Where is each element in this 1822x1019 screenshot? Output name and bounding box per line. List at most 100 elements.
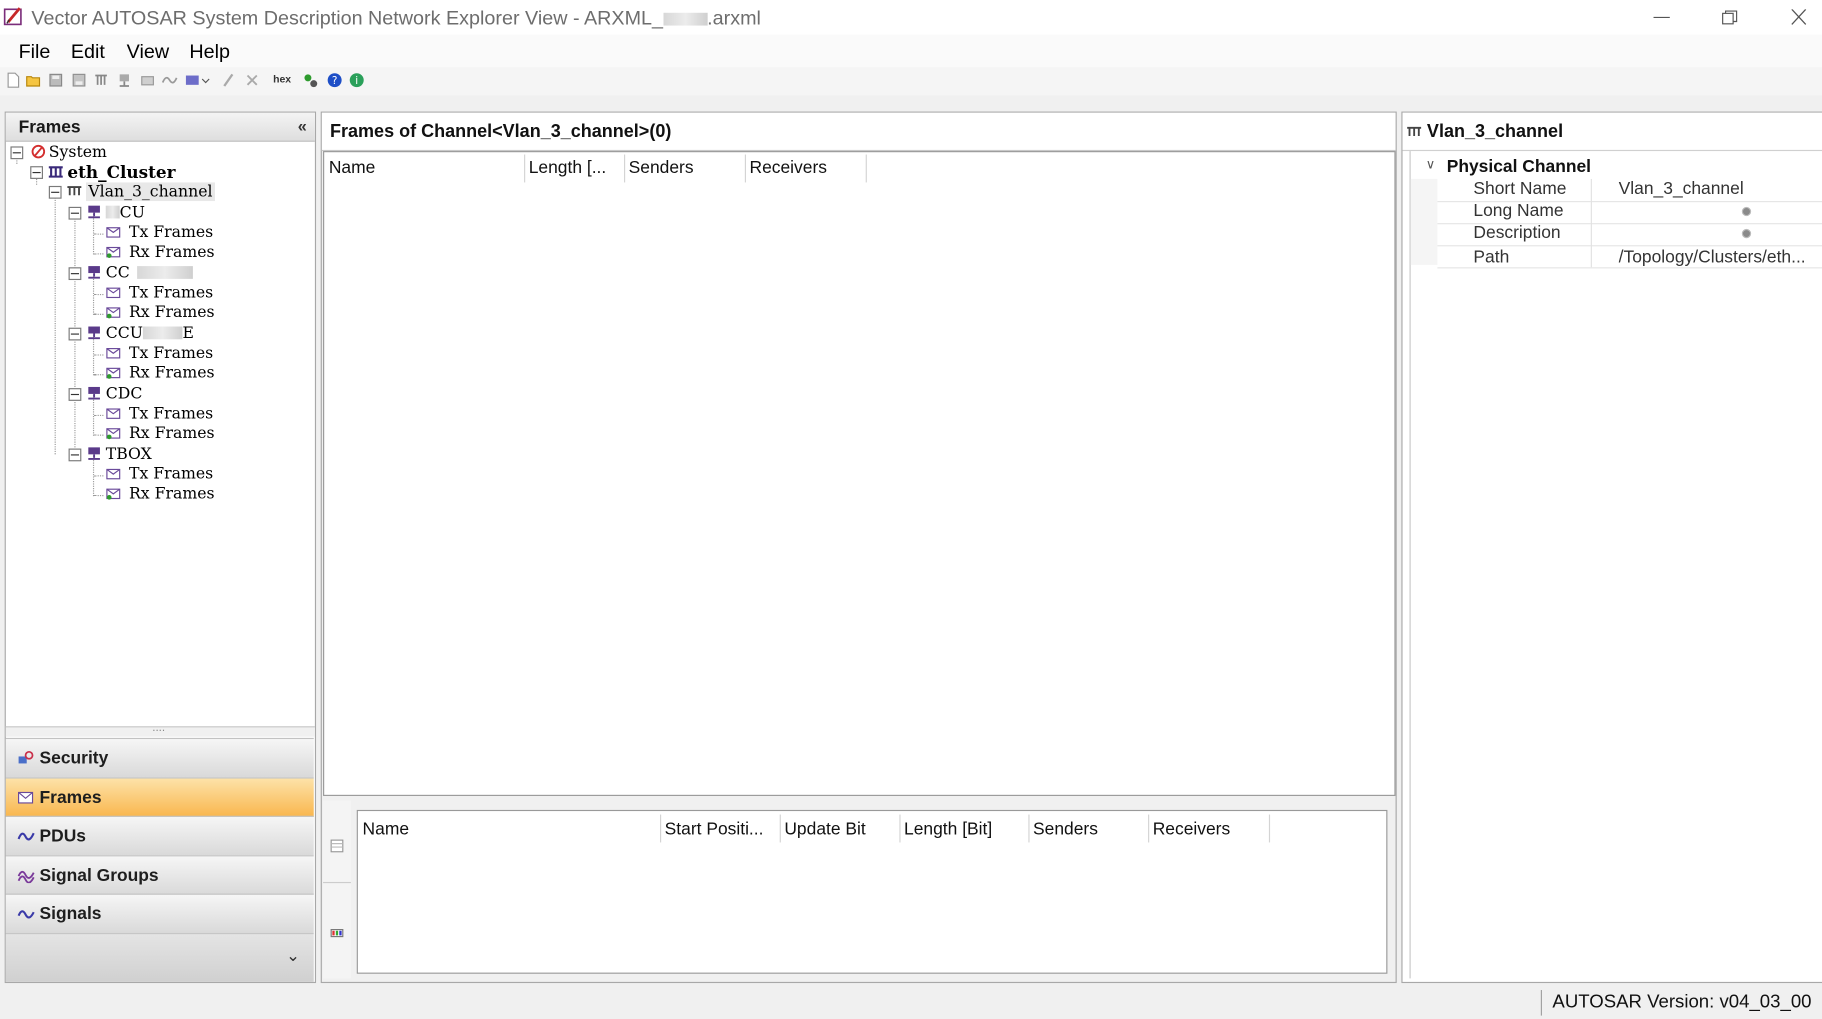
menu-view[interactable]: View (127, 41, 169, 64)
collapse-toggle-icon[interactable] (68, 267, 82, 281)
nav-signal-groups[interactable]: Signal Groups (5, 855, 314, 895)
properties-header: Vlan_3_channel (1402, 112, 1822, 152)
collapse-toggle-icon[interactable] (48, 185, 62, 199)
chevron-down-icon[interactable]: ⌄ (286, 946, 300, 966)
properties-title: Vlan_3_channel (1426, 122, 1564, 142)
system-icon (31, 144, 46, 159)
chevron-down-icon[interactable]: ∨ (1426, 157, 1435, 172)
signal-icon[interactable] (161, 72, 178, 88)
svg-text:i: i (355, 75, 358, 87)
collapse-toggle-icon[interactable] (68, 388, 82, 401)
ecu-icon[interactable] (116, 72, 132, 88)
property-row-long-name[interactable]: Long Name (1437, 201, 1822, 225)
title-bar: Vector AUTOSAR System Description Networ… (0, 0, 1822, 35)
tx-frames-icon (106, 408, 121, 419)
table-view-icon[interactable] (330, 839, 344, 853)
status-bar: AUTOSAR Version: v04_03_00 (0, 985, 1822, 1019)
delete-icon[interactable] (244, 72, 260, 88)
collapse-panel-button[interactable]: « (298, 116, 307, 135)
column-header[interactable]: Update Bit (784, 819, 894, 839)
frames-tree-panel: Frames « System eth_Cluster Vlan_3_chann… (4, 111, 317, 984)
nav-frames[interactable]: Frames (5, 777, 314, 817)
app-icon (3, 7, 22, 26)
refresh-icon[interactable] (302, 72, 318, 88)
column-header[interactable]: Receivers (1153, 819, 1263, 839)
column-header[interactable]: Name (363, 819, 653, 839)
property-row-description[interactable]: Description (1437, 223, 1822, 247)
collapse-toggle-icon[interactable] (30, 166, 43, 179)
security-icon (18, 750, 34, 764)
restore-icon (1722, 10, 1738, 25)
collapse-toggle-icon[interactable] (68, 206, 82, 220)
nav-security[interactable]: Security (5, 737, 314, 778)
application-window: Vector AUTOSAR System Description Networ… (0, 0, 1822, 1019)
new-icon[interactable] (5, 72, 21, 88)
network-icon[interactable] (93, 72, 109, 88)
frames-list-title: Frames of Channel<Vlan_3_channel>(0) (330, 122, 672, 142)
minimize-icon (1653, 16, 1670, 19)
save-all-icon[interactable] (71, 72, 87, 88)
column-header[interactable]: Senders (1033, 819, 1143, 839)
column-header[interactable]: Senders (629, 158, 739, 178)
minimize-button[interactable] (1627, 0, 1697, 35)
save-icon[interactable] (48, 72, 64, 88)
hex-icon[interactable]: hex (273, 73, 296, 89)
channel-icon (1407, 126, 1422, 136)
property-row-short-name[interactable]: Short Name Vlan_3_channel (1437, 179, 1822, 203)
tx-frames-icon (106, 468, 121, 480)
tx-frames-icon (106, 287, 121, 299)
properties-panel: Vlan_3_channel ∨ Physical Channel Short … (1401, 111, 1822, 984)
frames-list-panel: Frames of Channel<Vlan_3_channel>(0) Nam… (320, 111, 1397, 984)
layout-view-icon[interactable] (330, 926, 344, 940)
frame-detail-grid[interactable]: Name Start Positi... Update Bit Length [… (356, 809, 1388, 974)
column-header[interactable]: Start Positi... (665, 819, 767, 839)
panel-splitter[interactable]: .... (5, 722, 315, 737)
menu-help[interactable]: Help (189, 41, 230, 64)
ecu-icon (88, 326, 100, 340)
signals-icon (17, 910, 35, 919)
column-header[interactable]: Length [Bit] (904, 819, 1020, 839)
collapse-toggle-icon[interactable] (10, 146, 24, 160)
open-icon[interactable] (26, 72, 42, 88)
cluster-icon (48, 166, 63, 178)
localize-icon[interactable] (1741, 228, 1752, 239)
rx-frames-icon (106, 428, 121, 440)
detail-side-strip (323, 800, 351, 979)
column-header[interactable]: Receivers (749, 158, 859, 178)
frames-list-header: Frames of Channel<Vlan_3_channel>(0) (321, 112, 1396, 152)
property-row-path[interactable]: Path /Topology/Clusters/eth... (1437, 245, 1822, 269)
folder-icon[interactable] (139, 72, 155, 88)
column-header[interactable]: Name (329, 158, 515, 178)
frames-grid[interactable]: Name Length [... Senders Receivers (323, 151, 1396, 796)
nav-overflow[interactable]: ⌄ (5, 933, 314, 982)
frames-icon (18, 791, 34, 804)
dropdown-tool-icon[interactable] (185, 72, 211, 88)
nav-pdus[interactable]: PDUs (5, 815, 314, 856)
autosar-version: AUTOSAR Version: v04_03_00 (1552, 992, 1812, 1013)
rx-frames-icon (106, 367, 121, 379)
pdus-icon (17, 832, 35, 841)
rx-frames-icon (106, 307, 121, 319)
menu-file[interactable]: File (19, 41, 51, 64)
edit-icon[interactable] (221, 72, 237, 88)
rx-frames-icon (106, 488, 121, 500)
ecu-icon (88, 447, 100, 460)
rx-frames-icon (106, 246, 121, 258)
property-section-physical-channel[interactable]: ∨ Physical Channel (1411, 156, 1822, 177)
svg-text:?: ? (332, 75, 338, 87)
collapse-toggle-icon[interactable] (68, 327, 82, 341)
close-icon (1791, 9, 1807, 25)
close-button[interactable] (1764, 0, 1822, 35)
info-icon[interactable]: i (349, 72, 365, 88)
tx-frames-icon (106, 348, 121, 359)
column-header[interactable]: Length [... (529, 158, 622, 178)
collapse-toggle-icon[interactable] (68, 448, 82, 462)
localize-icon[interactable] (1741, 206, 1752, 217)
window-title: Vector AUTOSAR System Description Networ… (31, 6, 761, 30)
property-grid: ∨ Physical Channel Short Name Vlan_3_cha… (1409, 151, 1822, 979)
menu-edit[interactable]: Edit (71, 41, 105, 64)
menu-bar: File Edit View Help (0, 34, 1822, 68)
nav-signals[interactable]: Signals (5, 893, 314, 934)
help-icon[interactable]: ? (327, 72, 343, 88)
restore-button[interactable] (1695, 0, 1765, 35)
